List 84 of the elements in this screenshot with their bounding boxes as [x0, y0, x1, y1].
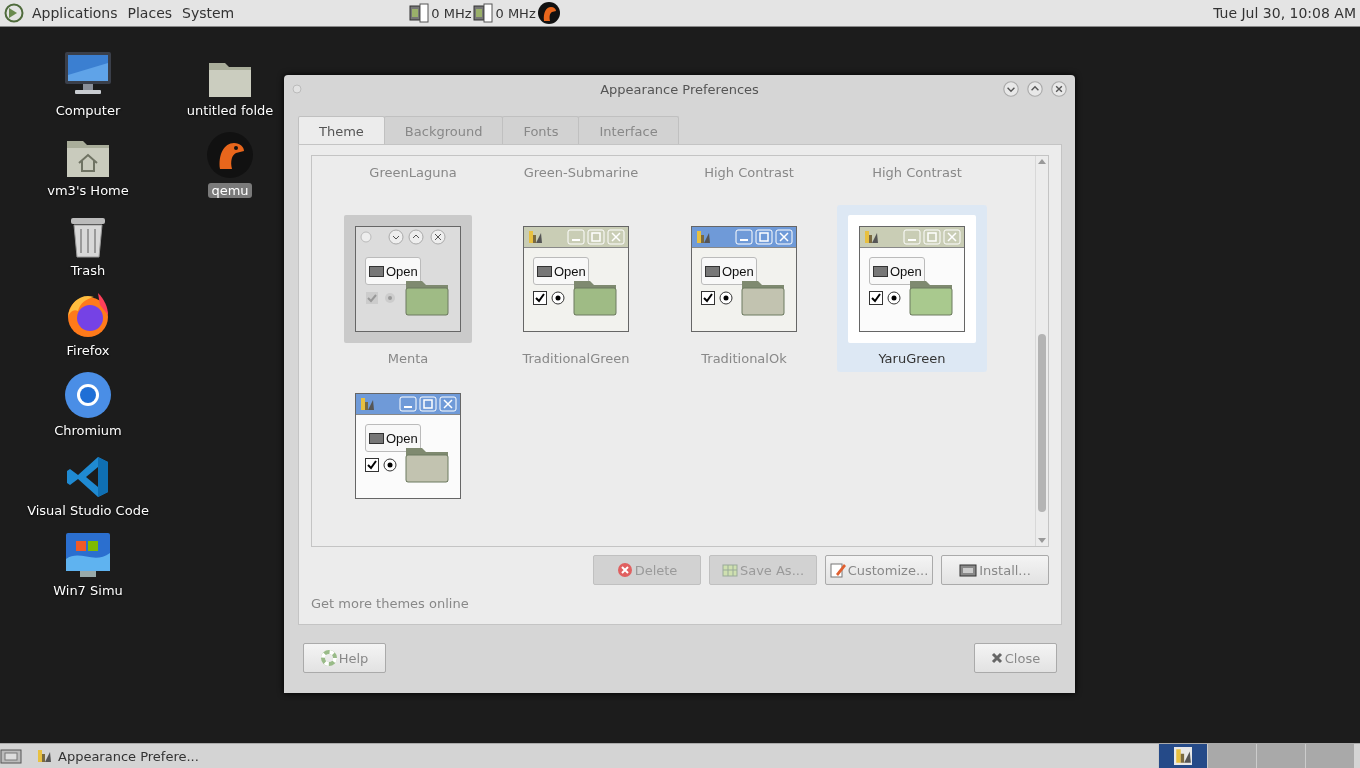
- cpu-frequency: 0 MHz: [431, 5, 472, 21]
- theme-name: Menta: [387, 351, 429, 366]
- checkbox-icon: [533, 291, 547, 305]
- desktop-icon-label[interactable]: Trash: [67, 263, 109, 278]
- desktop-icon-label[interactable]: qemu: [208, 183, 252, 198]
- palette-icon: [359, 396, 375, 412]
- folder-icon: [705, 265, 720, 277]
- theme-name: High Contrast: [872, 165, 962, 180]
- folder-icon: [537, 265, 552, 277]
- window-menu-icon: [292, 84, 302, 94]
- down-arrow-icon: [1038, 538, 1046, 544]
- window-controls-icon: [903, 229, 961, 245]
- theme-tile[interactable]: Open Menta: [333, 205, 483, 372]
- desktop-icon-label[interactable]: vm3's Home: [44, 183, 132, 198]
- theme-name: High Contrast: [704, 165, 794, 180]
- theme-tile[interactable]: Open TraditionalGreen: [501, 205, 651, 372]
- chip-icon: [472, 2, 495, 24]
- desktop-icon-label[interactable]: Firefox: [63, 343, 113, 358]
- checkbox-icon: [701, 291, 715, 305]
- window-controls-icon: [399, 396, 457, 412]
- window-title: Appearance Preferences: [599, 81, 760, 97]
- scrollbar[interactable]: [1035, 156, 1048, 546]
- palette-icon: [863, 229, 879, 245]
- radio-icon: [887, 291, 901, 305]
- radio-icon: [551, 291, 565, 305]
- grid-icon: [721, 562, 738, 578]
- theme-name: TraditionalGreen: [522, 351, 630, 366]
- checkbox-icon: [365, 458, 379, 472]
- open-button: Open: [869, 257, 925, 285]
- palette-icon: [36, 748, 52, 764]
- desktop-icon-label[interactable]: Visual Studio Code: [24, 503, 152, 518]
- chromium-icon: [64, 371, 112, 419]
- desktop-icon-label[interactable]: Win7 Simu: [50, 583, 126, 598]
- desktop-icon-label[interactable]: Computer: [52, 103, 124, 118]
- open-button: Open: [365, 257, 421, 285]
- panel-menu[interactable]: System: [180, 5, 237, 21]
- theme-tile[interactable]: Open TraditionalOk: [669, 205, 819, 372]
- radio-icon: [383, 291, 397, 305]
- package-icon: [959, 563, 978, 577]
- open-button: Open: [701, 257, 757, 285]
- chip-icon: [408, 2, 431, 24]
- workspace[interactable]: [1158, 744, 1207, 768]
- window-screen-icon: [64, 531, 112, 579]
- checkbox-icon: [365, 291, 379, 305]
- theme-name: TraditionalOk: [701, 351, 787, 366]
- theme-name: Green-Submarine: [523, 165, 639, 180]
- radio-icon: [383, 458, 397, 472]
- desktop-icon-label[interactable]: untitled folde: [183, 103, 277, 118]
- theme-name: GreenLaguna: [369, 165, 457, 180]
- panel-menu[interactable]: Applications: [30, 5, 120, 21]
- checkbox-icon: [869, 291, 883, 305]
- desktop-icon-label[interactable]: Chromium: [51, 423, 125, 438]
- close-icon[interactable]: [1051, 81, 1067, 97]
- open-button: Open: [365, 424, 421, 452]
- bird-icon: [206, 131, 254, 179]
- clock[interactable]: Tue Jul 30, 10:08 AM: [1213, 5, 1356, 21]
- radio-icon: [719, 291, 733, 305]
- taskbar-button[interactable]: Appearance Prefere...: [32, 745, 203, 767]
- palette-icon: [1174, 747, 1192, 765]
- folder-icon: [369, 432, 384, 444]
- pencil-icon: [829, 562, 846, 578]
- palette-icon: [527, 229, 543, 245]
- tab[interactable]: Theme: [298, 116, 385, 146]
- cancel-icon: [616, 562, 633, 578]
- folder-icon: [369, 265, 384, 277]
- theme-tile[interactable]: Open: [333, 372, 483, 539]
- bird-icon: [536, 1, 561, 25]
- theme-name: YaruGreen: [878, 351, 946, 366]
- up-arrow-icon: [1038, 158, 1046, 164]
- lifebuoy-icon: [320, 650, 337, 666]
- open-button: Open: [533, 257, 589, 285]
- trash-icon: [68, 215, 108, 259]
- maximize-icon[interactable]: [1027, 81, 1043, 97]
- theme-tile[interactable]: Open YaruGreen: [837, 205, 987, 372]
- menu-logo-icon: [4, 3, 24, 23]
- code-editor-icon: [66, 455, 110, 499]
- close-icon: [990, 652, 1003, 664]
- folder-icon: [873, 265, 888, 277]
- window-controls-icon: [567, 229, 625, 245]
- window-controls-icon: [735, 229, 793, 245]
- palette-icon: [695, 229, 711, 245]
- minimize-icon[interactable]: [1003, 81, 1019, 97]
- cpu-frequency: 0 MHz: [495, 5, 536, 21]
- panel-menu[interactable]: Places: [125, 5, 175, 21]
